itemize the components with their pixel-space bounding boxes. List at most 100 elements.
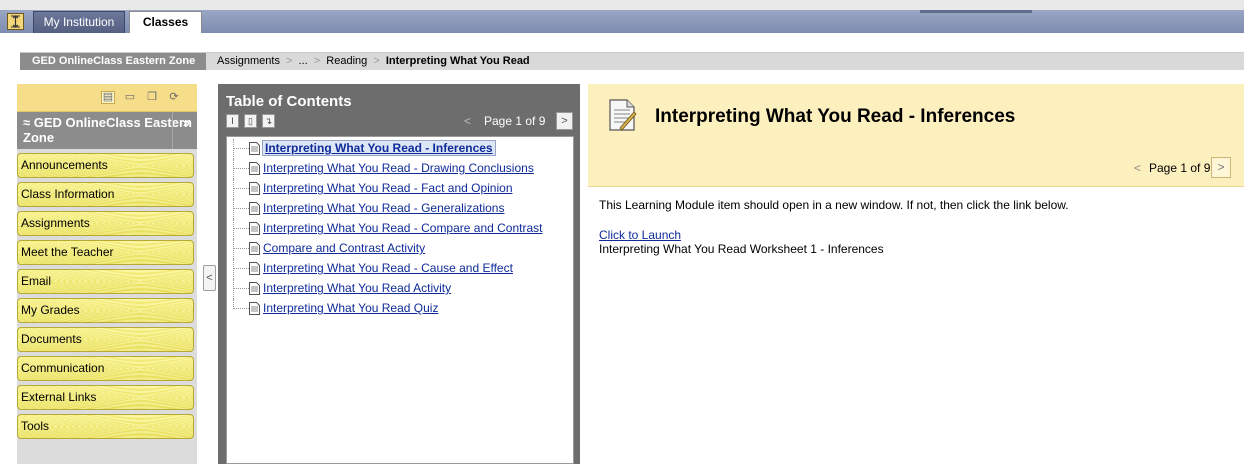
tab-strip-accent	[920, 10, 1032, 13]
toc-item[interactable]: Interpreting What You Read - Cause and E…	[233, 259, 543, 279]
content-body: This Learning Module item should open in…	[599, 198, 1069, 256]
toc-page-indicator: Page 1 of 9	[484, 114, 546, 128]
breadcrumb-separator: >	[373, 55, 380, 67]
click-to-launch-link[interactable]: Click to Launch	[599, 228, 1069, 242]
tree-line	[233, 259, 234, 279]
menu-item-external-links[interactable]: External Links	[17, 385, 194, 410]
collapse-menu-icon[interactable]: »	[183, 115, 190, 130]
toc-item-link[interactable]: Interpreting What You Read Quiz	[263, 301, 438, 315]
table-of-contents: Table of Contents I ▯ ↴ < Page 1 of 9 > …	[218, 84, 580, 464]
menu-item-announcements[interactable]: Announcements	[17, 153, 194, 178]
breadcrumb-current: Interpreting What You Read	[385, 55, 530, 67]
course-menu-title: ≈ GED OnlineClass Eastern Zone »	[17, 112, 197, 149]
tree-branch	[233, 268, 249, 269]
course-menu-title-text: GED OnlineClass Eastern Zone	[23, 115, 192, 145]
tree-line	[233, 219, 234, 239]
document-icon	[249, 222, 260, 235]
toc-item[interactable]: Interpreting What You Read - Inferences	[233, 139, 543, 159]
document-icon	[249, 162, 260, 175]
menu-item-class-information[interactable]: Class Information	[17, 182, 194, 207]
toc-item-link[interactable]: Interpreting What You Read - Fact and Op…	[263, 181, 513, 195]
learning-module-document-icon	[609, 99, 637, 131]
menu-item-documents[interactable]: Documents	[17, 327, 194, 352]
tab-classes[interactable]: Classes	[129, 11, 202, 33]
toc-item[interactable]: Interpreting What You Read - Compare and…	[233, 219, 543, 239]
tree-branch	[233, 288, 249, 289]
tree-branch	[233, 208, 249, 209]
tree-line	[233, 159, 234, 179]
title-divider	[172, 112, 173, 149]
content-page-indicator: Page 1 of 9	[1149, 161, 1211, 175]
new-window-icon[interactable]: ❐	[145, 91, 159, 104]
toc-expand-icon[interactable]: ▯	[244, 114, 257, 128]
document-icon	[249, 182, 260, 195]
folder-view-icon[interactable]: ▭	[123, 91, 137, 104]
tree-branch	[233, 168, 249, 169]
toc-item-link[interactable]: Compare and Contrast Activity	[263, 241, 425, 255]
tree-line	[233, 279, 234, 299]
content-item-name: Interpreting What You Read Worksheet 1 -…	[599, 242, 884, 256]
toc-item[interactable]: Compare and Contrast Activity	[233, 239, 543, 259]
toc-item[interactable]: Interpreting What You Read - Generalizat…	[233, 199, 543, 219]
content-title: Interpreting What You Read - Inferences	[655, 106, 1016, 127]
toc-next-page-button[interactable]: >	[556, 112, 573, 130]
toc-item-link[interactable]: Interpreting What You Read - Inferences	[262, 140, 496, 156]
refresh-icon[interactable]: ⟳	[167, 91, 181, 104]
tree-line	[233, 239, 234, 259]
menu-item-assignments[interactable]: Assignments	[17, 211, 194, 236]
menu-item-my-grades[interactable]: My Grades	[17, 298, 194, 323]
breadcrumb-course-name[interactable]: GED OnlineClass Eastern Zone	[20, 53, 206, 70]
document-icon	[249, 242, 260, 255]
course-menu-list: Announcements Class Information Assignme…	[17, 153, 197, 443]
document-icon	[249, 282, 260, 295]
toc-collapse-all-icon[interactable]: I	[226, 114, 239, 128]
toc-item[interactable]: Interpreting What You Read - Fact and Op…	[233, 179, 543, 199]
tree-line	[233, 199, 234, 219]
content-header: Interpreting What You Read - Inferences …	[588, 84, 1244, 187]
resize-frame-icon[interactable]	[7, 13, 24, 30]
document-icon	[249, 142, 260, 155]
toc-item[interactable]: Interpreting What You Read Quiz	[233, 299, 543, 319]
tree-line	[233, 179, 234, 199]
toc-item-link[interactable]: Interpreting What You Read - Generalizat…	[263, 201, 504, 215]
toc-item[interactable]: Interpreting What You Read Activity	[233, 279, 543, 299]
tree-branch	[233, 248, 249, 249]
breadcrumb-item-reading[interactable]: Reading	[326, 55, 367, 67]
document-icon	[249, 202, 260, 215]
menu-item-email[interactable]: Email	[17, 269, 194, 294]
toc-item-link[interactable]: Interpreting What You Read - Cause and E…	[263, 261, 513, 275]
tree-branch	[233, 188, 249, 189]
menu-item-meet-the-teacher[interactable]: Meet the Teacher	[17, 240, 194, 265]
toc-item-link[interactable]: Interpreting What You Read Activity	[263, 281, 451, 295]
menu-view-toolbar: ▤ ▭ ❐ ⟳	[17, 84, 197, 112]
tree-line	[233, 139, 234, 159]
breadcrumb-item-assignments[interactable]: Assignments	[217, 55, 280, 67]
toc-item[interactable]: Interpreting What You Read - Drawing Con…	[233, 159, 543, 179]
toc-tree-panel: Interpreting What You Read - Inferences …	[226, 136, 574, 464]
hide-menu-button[interactable]: <	[203, 265, 216, 291]
document-icon	[249, 302, 260, 315]
expand-icon[interactable]: ≈	[23, 115, 30, 130]
toc-item-link[interactable]: Interpreting What You Read - Compare and…	[263, 221, 543, 235]
toc-prev-page-icon[interactable]: <	[464, 114, 471, 128]
breadcrumb-separator: >	[286, 55, 293, 67]
course-menu: ▤ ▭ ❐ ⟳ ≈ GED OnlineClass Eastern Zone »…	[17, 84, 197, 464]
document-icon	[249, 262, 260, 275]
tree-branch	[233, 228, 249, 229]
content-message: This Learning Module item should open in…	[599, 198, 1069, 212]
toc-sync-icon[interactable]: ↴	[262, 114, 275, 128]
menu-item-communication[interactable]: Communication	[17, 356, 194, 381]
breadcrumb-separator: >	[313, 55, 321, 67]
tab-my-institution[interactable]: My Institution	[33, 11, 125, 33]
breadcrumb: Assignments > ... > Reading > Interpreti…	[217, 53, 530, 70]
tree-branch	[233, 148, 249, 149]
breadcrumb-bar: GED OnlineClass Eastern Zone Assignments…	[20, 52, 1244, 70]
menu-item-tools[interactable]: Tools	[17, 414, 194, 439]
content-next-page-button[interactable]: >	[1211, 157, 1231, 178]
list-view-icon[interactable]: ▤	[101, 91, 115, 104]
content-area: Interpreting What You Read - Inferences …	[588, 84, 1244, 464]
content-prev-page-icon[interactable]: <	[1134, 161, 1141, 175]
toc-tree: Interpreting What You Read - Inferences …	[233, 139, 543, 319]
toc-item-link[interactable]: Interpreting What You Read - Drawing Con…	[263, 161, 534, 175]
breadcrumb-item-ellipsis[interactable]: ...	[299, 55, 308, 67]
